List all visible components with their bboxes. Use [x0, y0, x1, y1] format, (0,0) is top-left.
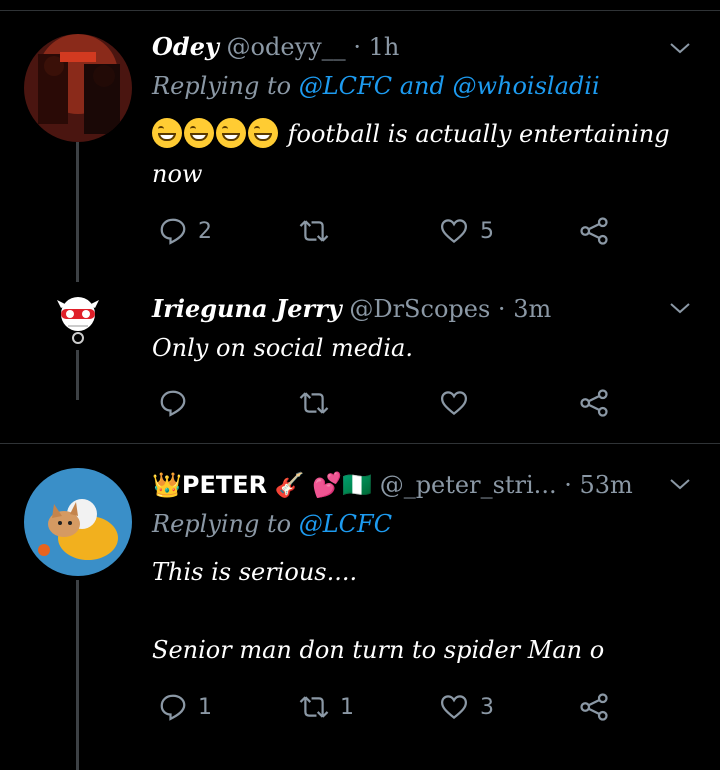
user-handle[interactable]: @_peter_stri...: [380, 471, 557, 499]
thread-line: [76, 350, 79, 400]
chevron-down-icon[interactable]: [668, 296, 692, 320]
reply-button[interactable]: 1: [158, 692, 212, 722]
display-name[interactable]: PETER: [182, 471, 267, 499]
retweet-icon: [299, 220, 329, 242]
heart-icon: [440, 219, 468, 244]
replying-prefix: Replying to: [152, 510, 292, 538]
tweet-3[interactable]: 👑PETER 🎸 💕🇳🇬 @_peter_stri... · 53m Reply…: [0, 444, 720, 770]
tweet-text-line1: This is serious....: [152, 558, 358, 586]
share-button[interactable]: [578, 388, 610, 418]
mention-whoisladii[interactable]: @whoisladii: [452, 72, 599, 100]
thread-line: [76, 142, 79, 282]
reply-button[interactable]: [158, 388, 198, 418]
like-count: 5: [480, 218, 494, 244]
timestamp[interactable]: 3m: [513, 295, 551, 323]
avatar-odey[interactable]: [24, 34, 132, 142]
like-count: 3: [480, 694, 494, 720]
tweet-text: football is actually entertaining now: [152, 114, 692, 194]
reply-count: 1: [198, 694, 212, 720]
like-button[interactable]: 5: [438, 216, 494, 246]
thread-line: [76, 580, 79, 770]
replying-to: Replying to @LCFC and @whoisladii: [152, 72, 600, 100]
tweet-text-line2: Senior man don turn to spider Man o: [152, 636, 605, 664]
tweet-1[interactable]: Odey @odeyy__ · 1h Replying to @LCFC and…: [0, 0, 720, 282]
separator-dot: ·: [564, 471, 572, 499]
reply-count: 2: [198, 218, 212, 244]
avatar-peter[interactable]: [24, 468, 132, 576]
user-handle[interactable]: @odeyy__: [227, 33, 346, 61]
replying-prefix: Replying to: [152, 72, 292, 100]
heart-icon: [440, 695, 468, 720]
reply-icon: [160, 218, 186, 245]
display-name[interactable]: Irieguna Jerry: [152, 294, 342, 323]
name-emojis-icon: 🎸 💕🇳🇬: [274, 471, 373, 499]
retweet-icon: [299, 696, 329, 718]
tweet-text-line2: now: [152, 160, 203, 188]
retweet-count: 1: [340, 694, 354, 720]
avatar-irieguna[interactable]: [52, 294, 104, 346]
reply-button[interactable]: 2: [158, 216, 212, 246]
share-icon: [580, 389, 608, 417]
tweet-text: This is serious.... Senior man don turn …: [152, 552, 692, 670]
tweet-text: Only on social media.: [152, 334, 413, 362]
reply-icon: [160, 390, 186, 417]
laughing-emoji-icon: [152, 118, 280, 148]
tweet-header: 👑PETER 🎸 💕🇳🇬 @_peter_stri... · 53m: [152, 470, 633, 500]
separator-dot: ·: [497, 295, 506, 323]
chevron-down-icon[interactable]: [668, 36, 692, 60]
reply-icon: [160, 694, 186, 721]
retweet-button[interactable]: [298, 216, 340, 246]
heart-icon: [440, 391, 468, 416]
retweet-button[interactable]: [298, 388, 340, 418]
share-icon: [580, 217, 608, 245]
timestamp[interactable]: 1h: [369, 33, 400, 61]
tweet-2[interactable]: Irieguna Jerry @DrScopes · 3m Only on so…: [0, 282, 720, 442]
retweet-icon: [299, 392, 329, 414]
separator-dot: ·: [353, 33, 361, 61]
tweet-header: Odey @odeyy__ · 1h: [152, 32, 399, 62]
user-handle[interactable]: @DrScopes: [349, 295, 490, 323]
share-icon: [580, 693, 608, 721]
share-button[interactable]: [578, 216, 610, 246]
retweet-button[interactable]: 1: [298, 692, 354, 722]
chevron-down-icon[interactable]: [668, 472, 692, 496]
mention-lcfc[interactable]: @LCFC: [299, 510, 392, 538]
like-button[interactable]: [438, 388, 480, 418]
like-button[interactable]: 3: [438, 692, 494, 722]
display-name[interactable]: Odey: [152, 32, 219, 61]
tweet-text-line1: football is actually entertaining: [280, 120, 670, 148]
tweet-header: Irieguna Jerry @DrScopes · 3m: [152, 294, 551, 324]
share-button[interactable]: [578, 692, 610, 722]
replying-to: Replying to @LCFC: [152, 510, 392, 538]
mention-lcfc[interactable]: @LCFC: [299, 72, 392, 100]
timestamp[interactable]: 53m: [580, 471, 633, 499]
crown-emoji-icon: 👑: [152, 471, 182, 499]
mention-and[interactable]: and: [400, 72, 445, 100]
